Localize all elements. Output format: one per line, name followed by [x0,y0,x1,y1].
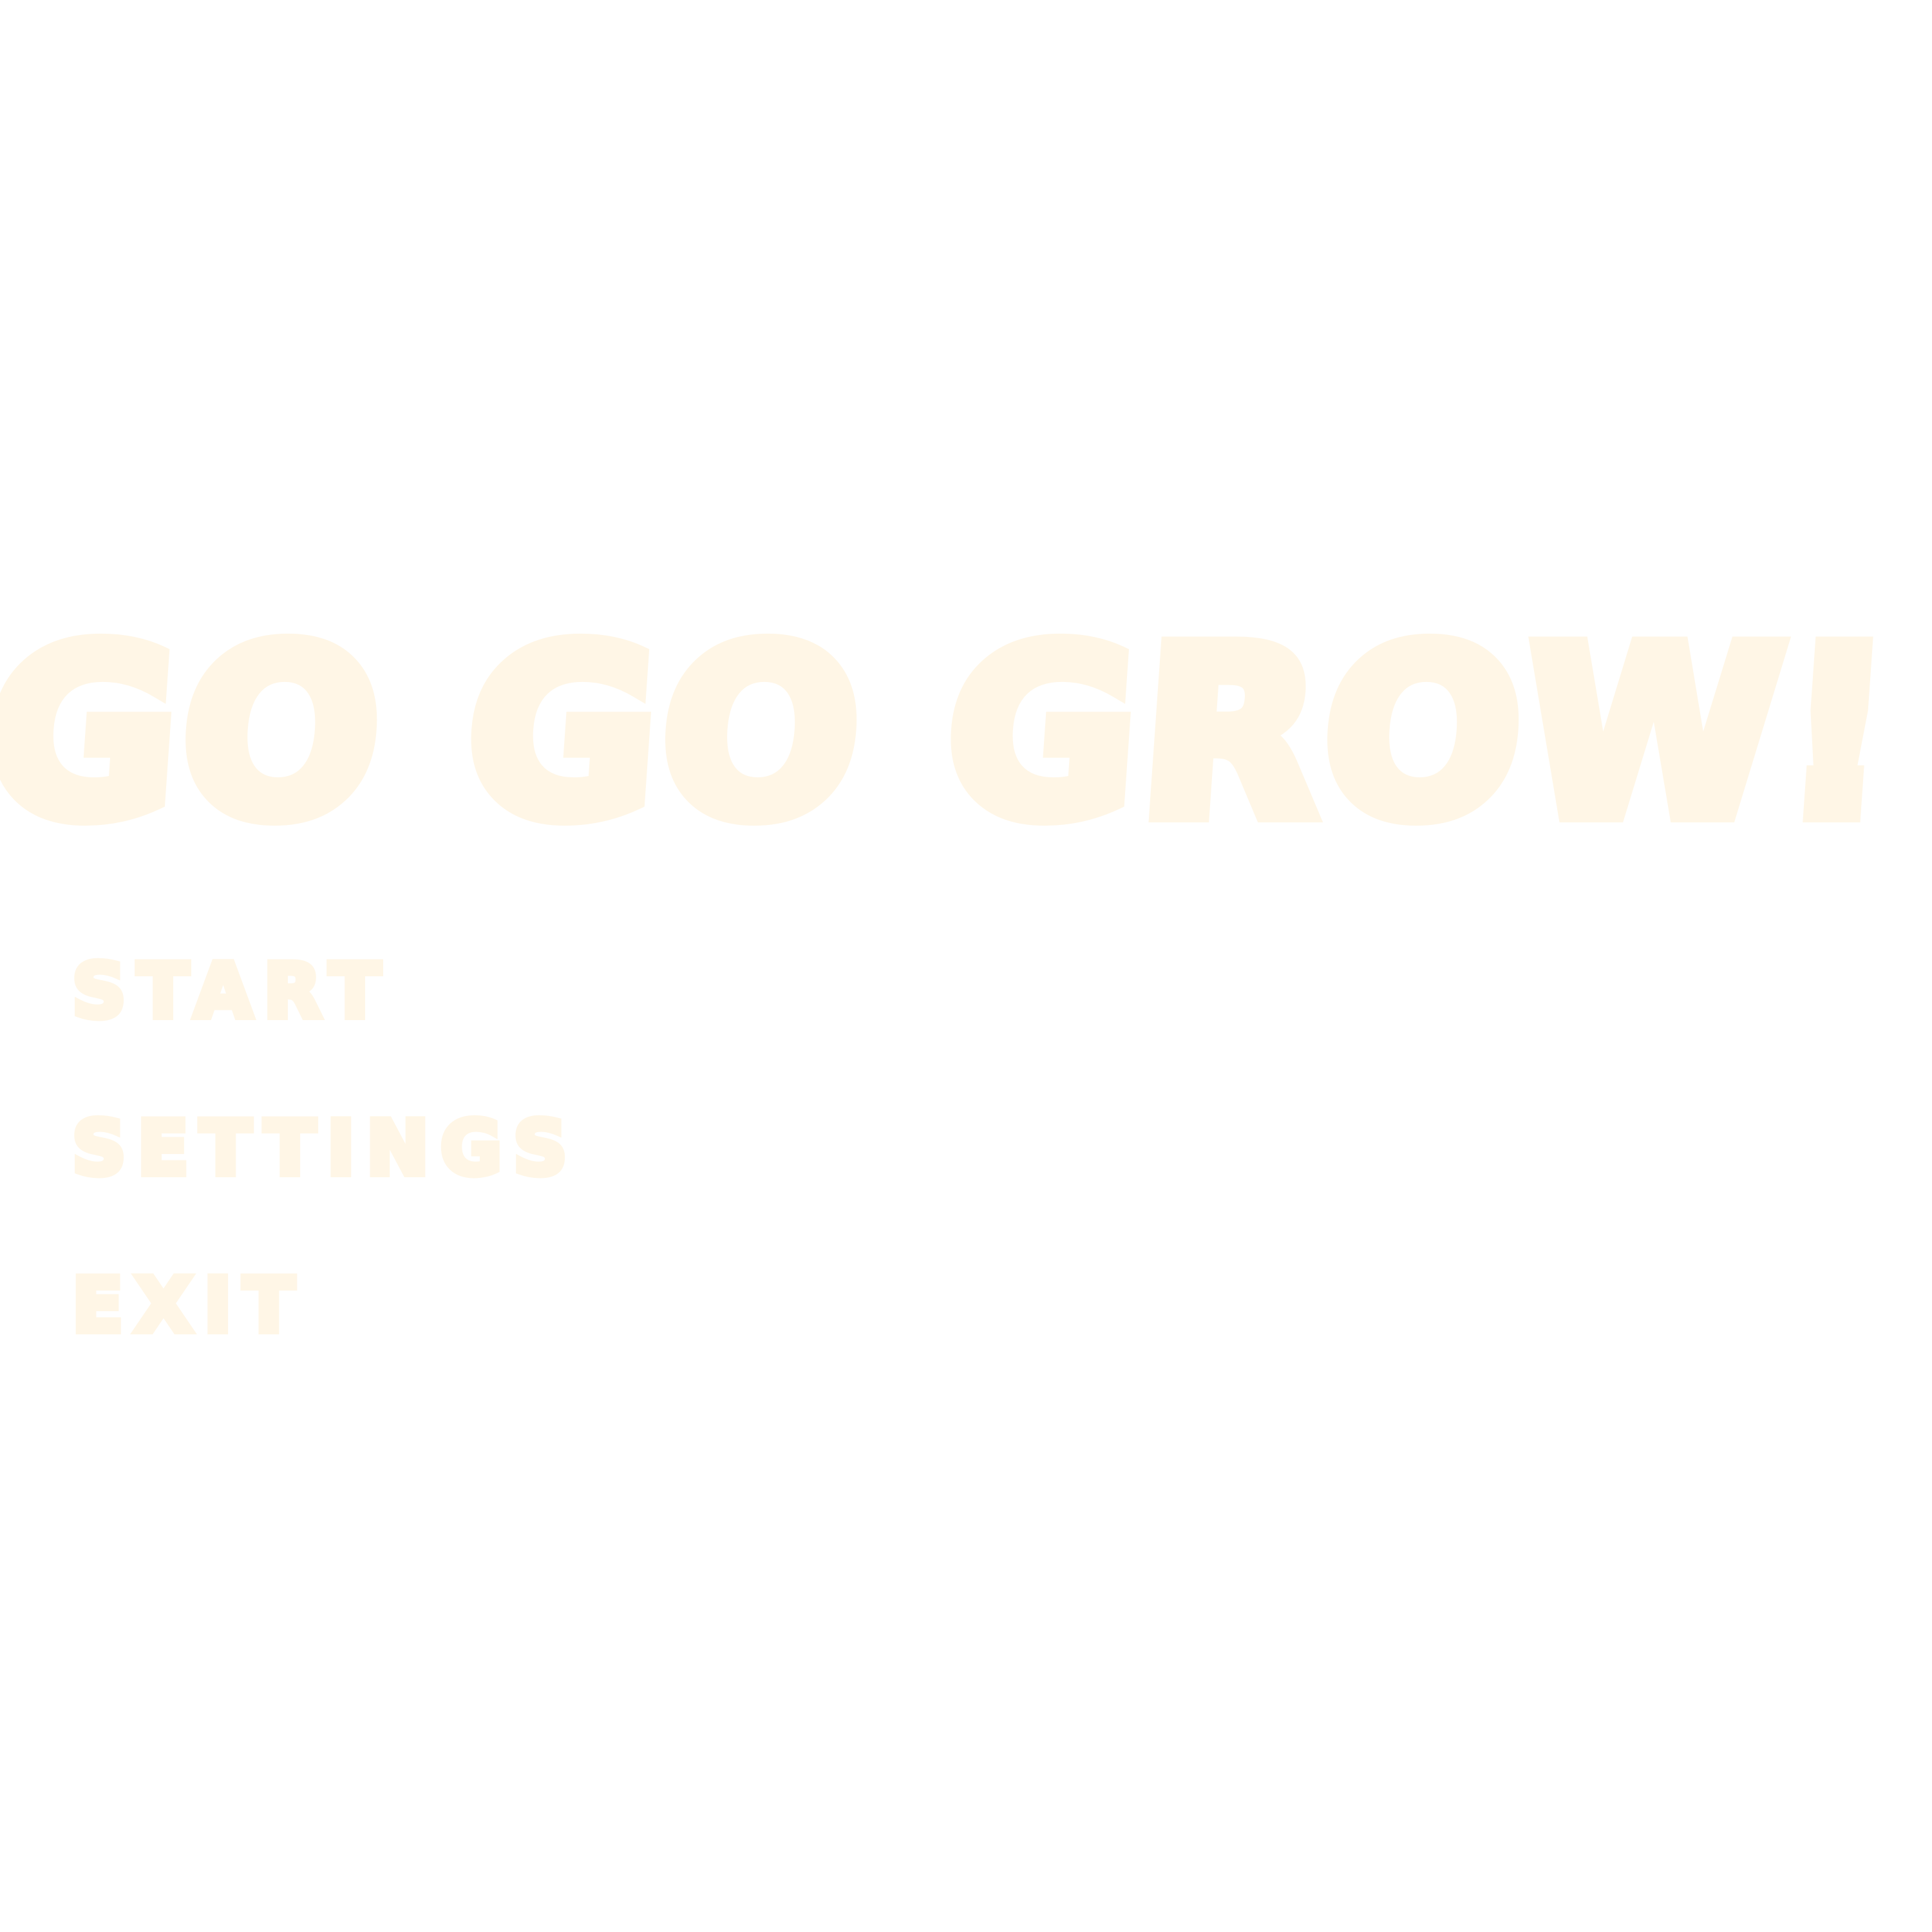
start-button[interactable]: START [69,950,579,1034]
main-menu: START SETTINGS EXIT [69,950,579,1425]
game-title: GO GO GROW! [0,591,1912,877]
exit-button[interactable]: EXIT [69,1264,579,1348]
settings-button[interactable]: SETTINGS [69,1107,579,1191]
